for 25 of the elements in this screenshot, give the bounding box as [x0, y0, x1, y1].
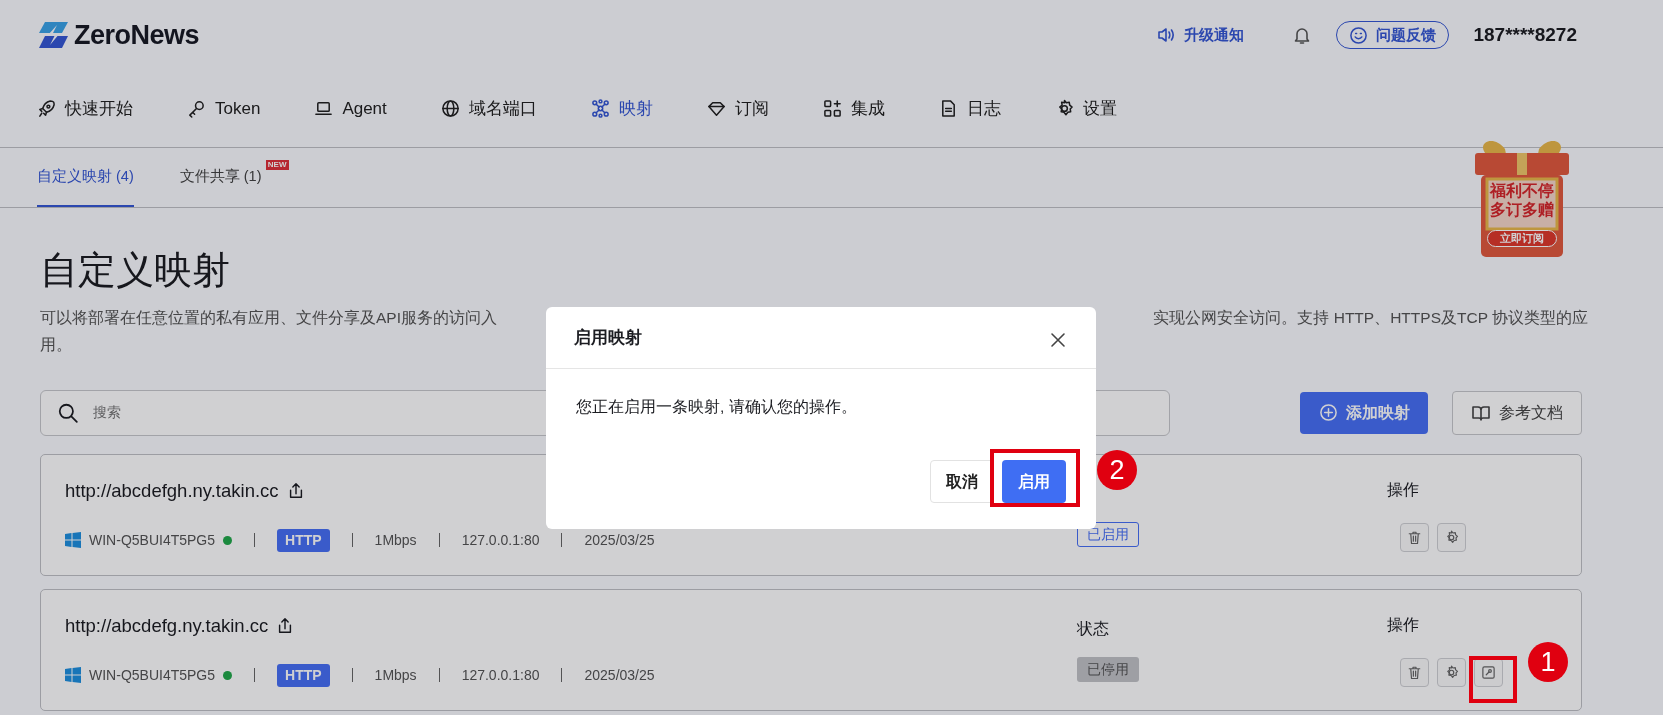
page-title: 自定义映射 — [40, 248, 230, 293]
description-text: 实现公网安全访问。支持 HTTP、HTTPS及TCP 协议类型的应 — [1153, 307, 1588, 328]
logo-text: ZeroNews — [74, 18, 200, 52]
dialog-message: 您正在启用一条映射, 请确认您的操作。 — [575, 397, 858, 417]
description-text: 可以将部署在任意位置的私有应用、文件分享及API服务的访问入 — [40, 307, 497, 328]
actions-label: 操作 — [1387, 614, 1420, 635]
promo-text: 福利不停 多订多赠 — [1488, 181, 1555, 219]
host-name: WIN-Q5BUI4T5PG5 — [89, 530, 216, 550]
date-text: 2025/03/25 — [584, 530, 655, 550]
dialog-title: 启用映射 — [574, 326, 642, 349]
protocol-tag: HTTP — [277, 528, 330, 552]
address-text: 127.0.0.1:80 — [461, 665, 540, 685]
bandwidth-text: 1Mbps — [374, 665, 417, 685]
bandwidth-text: 1Mbps — [374, 530, 417, 550]
protocol-tag: HTTP — [277, 663, 330, 687]
host-name: WIN-Q5BUI4T5PG5 — [89, 665, 216, 685]
new-badge: NEW — [265, 160, 289, 170]
mapping-url: http://abcdefg.ny.takin.cc — [65, 614, 269, 639]
mapping-url: http://abcdefgh.ny.takin.cc — [65, 479, 279, 504]
status-label: 状态 — [1077, 619, 1109, 640]
actions-label: 操作 — [1387, 479, 1420, 500]
date-text: 2025/03/25 — [584, 665, 655, 685]
description-text: 用。 — [40, 334, 72, 355]
address-text: 127.0.0.1:80 — [461, 530, 540, 550]
status-tag: 已停用 — [1077, 657, 1139, 683]
